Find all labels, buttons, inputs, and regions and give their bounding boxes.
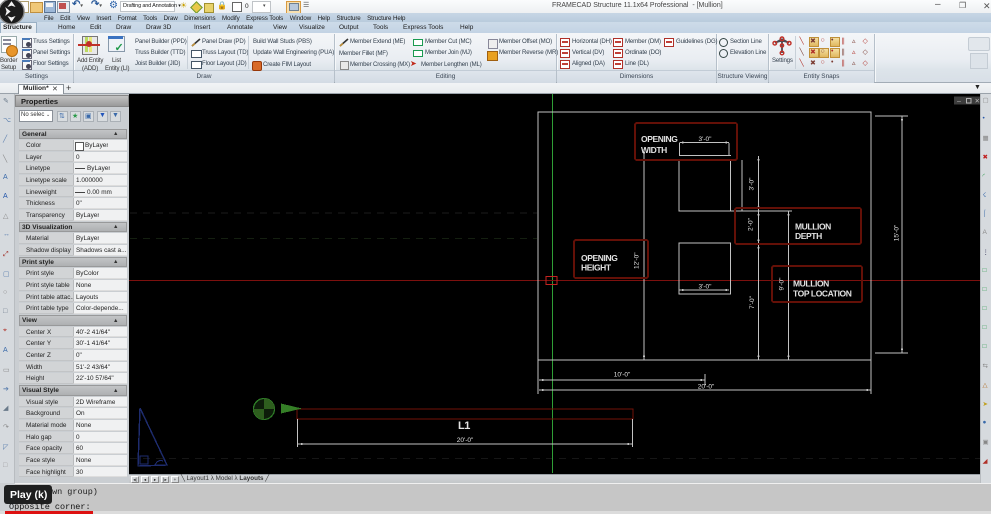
svg-text:✕: ✕ (975, 98, 980, 105)
svg-text:2'-0": 2'-0" (748, 217, 755, 231)
svg-text:15'-0": 15'-0" (894, 224, 901, 241)
svg-text:OPENING: OPENING (641, 134, 678, 144)
svg-text:OPENING: OPENING (581, 253, 618, 263)
svg-text:TOP LOCATION: TOP LOCATION (793, 289, 852, 299)
svg-text:7'-0": 7'-0" (749, 295, 756, 309)
svg-text:WIDTH: WIDTH (641, 145, 667, 155)
svg-text:20'-0": 20'-0" (698, 384, 715, 391)
svg-text:9'-0": 9'-0" (779, 277, 786, 291)
svg-text:3'-0": 3'-0" (749, 177, 756, 191)
svg-text:3'-0": 3'-0" (699, 284, 713, 291)
svg-text:10'-0": 10'-0" (614, 372, 631, 379)
svg-text:3'-0": 3'-0" (699, 136, 713, 143)
svg-text:MULLION: MULLION (795, 222, 831, 232)
svg-text:12'-0": 12'-0" (633, 252, 640, 269)
svg-text:DEPTH: DEPTH (795, 231, 822, 241)
svg-text:–: – (957, 98, 961, 105)
svg-text:MULLION: MULLION (793, 279, 829, 289)
svg-text:L1: L1 (458, 420, 470, 432)
svg-text:HEIGHT: HEIGHT (581, 263, 612, 273)
svg-text:20'-0": 20'-0" (457, 437, 474, 444)
